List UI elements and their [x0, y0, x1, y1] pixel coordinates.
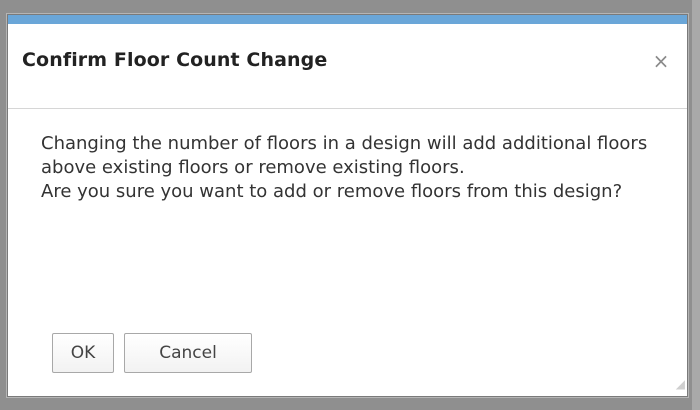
dialog-title: Confirm Floor Count Change — [22, 49, 328, 71]
resize-grip-icon[interactable]: ◢ — [669, 376, 685, 392]
backdrop-edge — [692, 0, 700, 410]
dialog-message-line-1: Changing the number of floors in a desig… — [41, 133, 648, 178]
dialog-message-line-2: Are you sure you want to add or remove f… — [41, 181, 623, 202]
dialog-accent-bar — [8, 15, 687, 24]
dialog-buttons: OK Cancel — [52, 333, 252, 373]
close-icon[interactable]: × — [649, 49, 673, 73]
cancel-button[interactable]: Cancel — [124, 333, 252, 373]
ok-button[interactable]: OK — [52, 333, 114, 373]
dialog-titlebar: Confirm Floor Count Change × — [8, 24, 687, 109]
confirm-dialog: Confirm Floor Count Change × Changing th… — [7, 14, 688, 397]
dialog-message: Changing the number of floors in a desig… — [41, 132, 661, 204]
